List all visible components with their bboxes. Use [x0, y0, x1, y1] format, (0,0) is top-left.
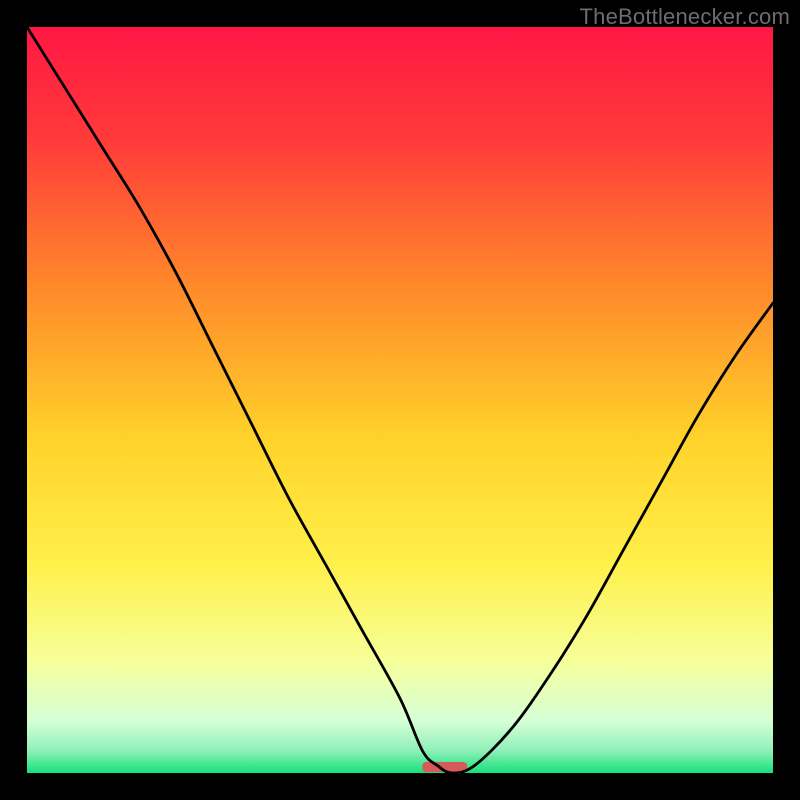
chart-plot-area — [27, 27, 773, 773]
watermark-text: TheBottlenecker.com — [580, 4, 790, 30]
gradient-background — [27, 27, 773, 773]
chart-svg — [27, 27, 773, 773]
chart-frame: TheBottlenecker.com — [0, 0, 800, 800]
